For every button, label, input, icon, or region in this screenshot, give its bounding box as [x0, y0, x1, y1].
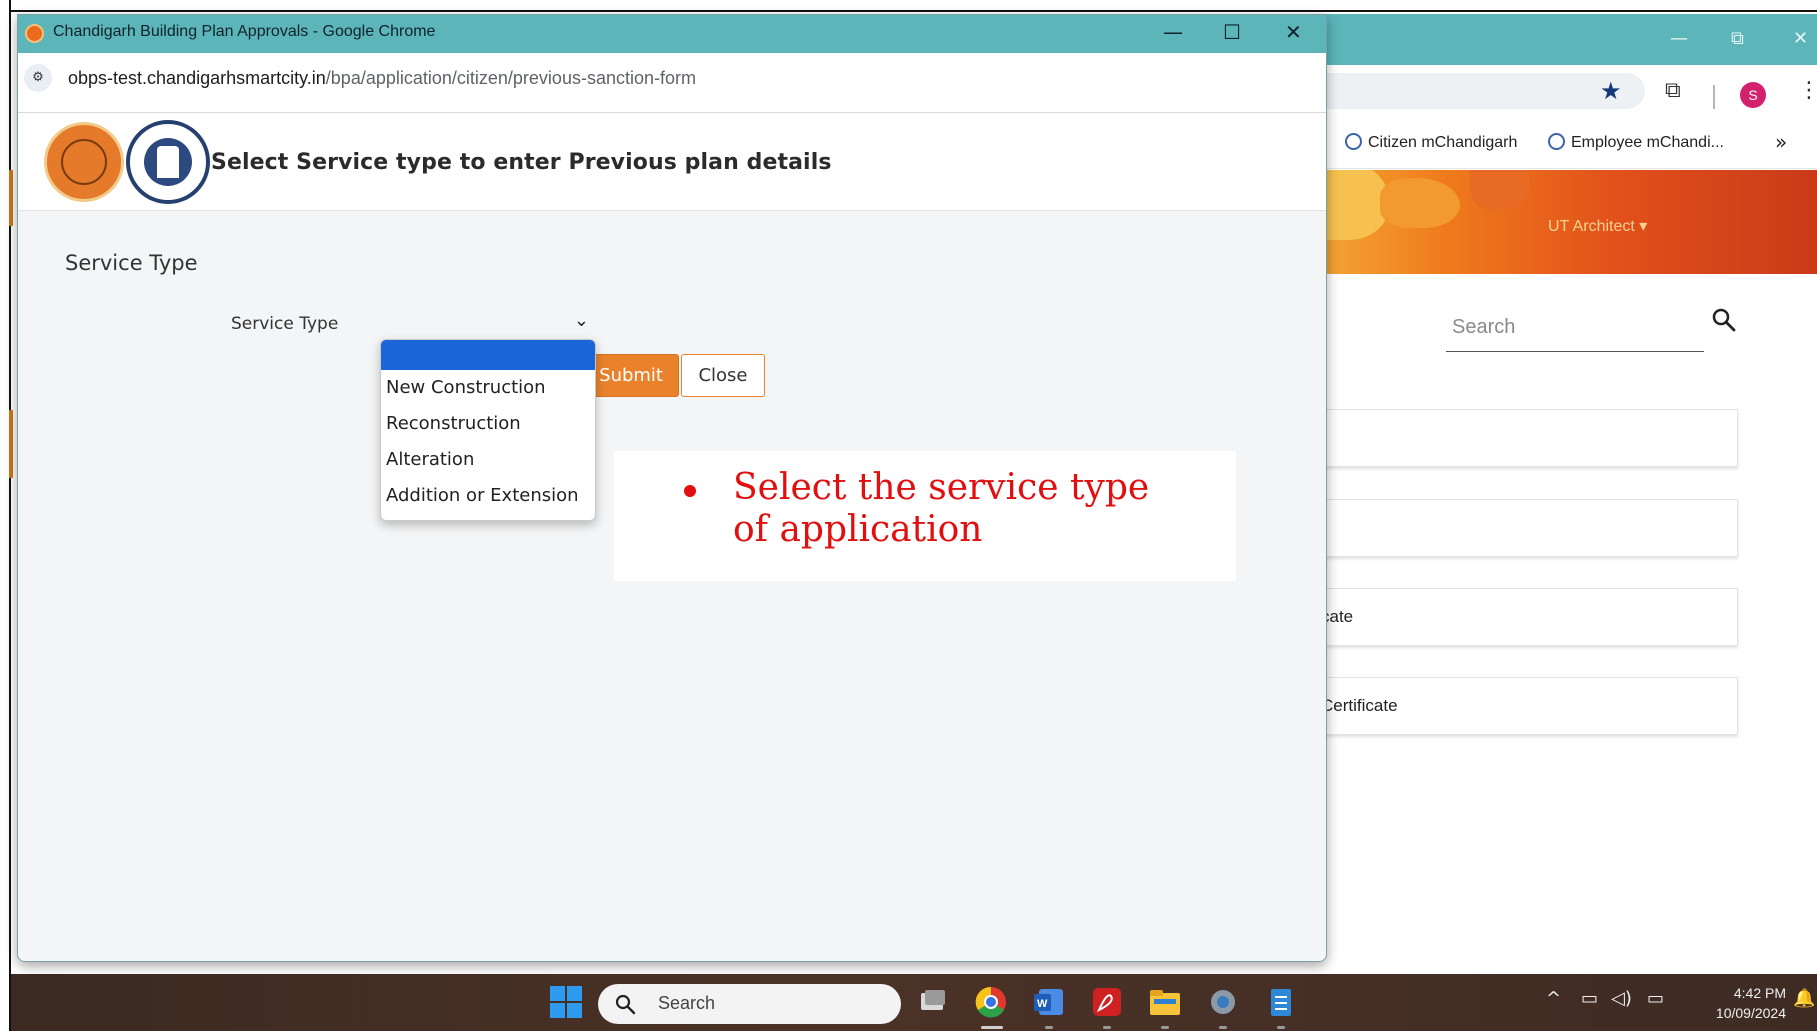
address-bar[interactable]: ⚙ obps-test.chandigarhsmartcity.in/bpa/a… [18, 53, 1326, 113]
notification-bell-icon[interactable]: 🔔 [1793, 988, 1815, 1009]
acrobat-icon[interactable] [1089, 984, 1125, 1020]
banner-art [1470, 170, 1530, 210]
bg-restore-icon[interactable]: ⧉ [1731, 28, 1744, 49]
page-header: Select Service type to enter Previous pl… [18, 113, 1326, 211]
service-type-select[interactable]: ⌄ [379, 306, 595, 338]
chandigarh-administration-logo [44, 122, 124, 202]
active-app-indicator [981, 1026, 1003, 1029]
profile-avatar[interactable]: S [1740, 82, 1766, 108]
running-app-indicator [1045, 1026, 1053, 1029]
instruction-callout: Select the service type of application [614, 451, 1236, 581]
maximize-icon[interactable]: ☐ [1223, 20, 1241, 44]
minimize-icon[interactable]: — [1163, 20, 1183, 44]
clock-time[interactable]: 4:42 PM [1691, 985, 1786, 1001]
bg-close-icon[interactable]: ✕ [1793, 28, 1808, 49]
svg-text:W: W [1037, 998, 1048, 1010]
bookmark-label: Citizen mChandigarh [1368, 134, 1518, 151]
url-path: /bpa/application/citizen/previous-sancti… [325, 68, 696, 88]
chrome-icon[interactable] [973, 984, 1009, 1020]
dropdown-option-alteration[interactable]: Alteration [386, 449, 474, 470]
search-icon[interactable] [1710, 306, 1738, 334]
close-icon[interactable]: ✕ [1285, 20, 1302, 44]
more-bookmarks-icon[interactable]: » [1775, 130, 1787, 154]
frame-left-border [0, 0, 11, 1031]
form-body: Service Type Service Type ⌄ Submit Close… [18, 211, 1326, 961]
bookmark-citizen[interactable]: Citizen mChandigarh [1345, 133, 1517, 152]
logo-emblem [61, 139, 107, 185]
globe-icon [1548, 133, 1565, 150]
dropdown-option-reconstruction[interactable]: Reconstruction [386, 413, 521, 434]
windows-start-icon[interactable] [548, 984, 584, 1020]
network-icon[interactable]: ▭ [1581, 988, 1598, 1009]
task-view-icon[interactable] [915, 984, 951, 1020]
toolbar-separator [1713, 85, 1715, 109]
chevron-down-icon: ⌄ [573, 310, 589, 331]
bg-minimize-icon[interactable]: — [1670, 28, 1688, 49]
service-card[interactable] [1320, 409, 1738, 467]
settings-icon[interactable] [1205, 984, 1241, 1020]
service-card[interactable] [1320, 499, 1738, 557]
dropdown-option-addition-extension[interactable]: Addition or Extension [386, 485, 579, 506]
url-text[interactable]: obps-test.chandigarhsmartcity.in/bpa/app… [68, 68, 696, 89]
popup-browser-window: Chandigarh Building Plan Approvals - Goo… [17, 14, 1327, 962]
logo-emblem [157, 146, 179, 178]
volume-icon[interactable]: ◁) [1611, 988, 1632, 1009]
taskbar-search-placeholder: Search [658, 993, 716, 1013]
chevron-up-icon[interactable]: ^ [1546, 988, 1561, 1009]
windows-taskbar: Search W ^ ▭ ◁) ▭ 4:42 PM 10/09/2024 🔔 [11, 974, 1817, 1031]
instruction-text: Select the service type of application [733, 467, 1150, 550]
service-card[interactable]: cate [1320, 588, 1738, 646]
file-explorer-icon[interactable] [1147, 984, 1183, 1020]
bookmark-employee[interactable]: Employee mChandi... [1548, 133, 1724, 152]
running-app-indicator [1219, 1026, 1227, 1029]
close-button[interactable]: Close [681, 354, 765, 397]
screen: — ⧉ ✕ ★ ⧉ S ⋮ Citizen mChandigarh Employ… [0, 0, 1817, 1031]
extensions-icon[interactable]: ⧉ [1665, 78, 1681, 103]
chrome-menu-icon[interactable]: ⋮ [1798, 78, 1817, 103]
bullet-point [684, 485, 696, 497]
bookmark-star-icon[interactable]: ★ [1600, 77, 1622, 105]
bg-address-field[interactable] [1320, 73, 1645, 109]
left-edge-mark [9, 170, 13, 226]
bookmark-label: Employee mChandi... [1571, 134, 1724, 151]
battery-icon[interactable]: ▭ [1647, 988, 1664, 1009]
search-icon [615, 994, 636, 1015]
word-icon[interactable]: W [1031, 984, 1067, 1020]
user-menu[interactable]: UT Architect ▾ [1548, 216, 1647, 236]
service-card[interactable]: Certificate [1320, 677, 1738, 735]
banner-art [1380, 178, 1460, 228]
service-type-label: Service Type [231, 314, 339, 334]
clock-date[interactable]: 10/09/2024 [1691, 1005, 1786, 1021]
site-favicon-icon [25, 24, 44, 43]
popup-titlebar: Chandigarh Building Plan Approvals - Goo… [18, 15, 1326, 53]
municipal-corporation-logo [126, 120, 210, 204]
dropdown-option-new-construction[interactable]: New Construction [386, 377, 546, 398]
running-app-indicator [1277, 1026, 1285, 1029]
dropdown-option-blank[interactable] [381, 340, 595, 370]
bg-search-input[interactable]: Search [1446, 304, 1704, 352]
background-browser-window: — ⧉ ✕ ★ ⧉ S ⋮ Citizen mChandigarh Employ… [1320, 14, 1817, 974]
bg-titlebar: — ⧉ ✕ [1320, 14, 1817, 65]
left-edge-mark [9, 410, 13, 478]
window-title: Chandigarh Building Plan Approvals - Goo… [53, 23, 436, 40]
taskbar-search[interactable]: Search [598, 984, 901, 1024]
site-info-icon[interactable]: ⚙ [24, 64, 52, 92]
page-title: Select Service type to enter Previous pl… [211, 150, 832, 175]
running-app-indicator [1103, 1026, 1111, 1029]
url-domain: obps-test.chandigarhsmartcity.in [68, 68, 326, 88]
globe-icon [1345, 133, 1362, 150]
running-app-indicator [1161, 1026, 1169, 1029]
frame-top-border [0, 0, 1817, 12]
notepad-icon[interactable] [1263, 984, 1299, 1020]
service-type-dropdown: New Construction Reconstruction Alterati… [380, 339, 596, 521]
section-title: Service Type [65, 251, 198, 275]
